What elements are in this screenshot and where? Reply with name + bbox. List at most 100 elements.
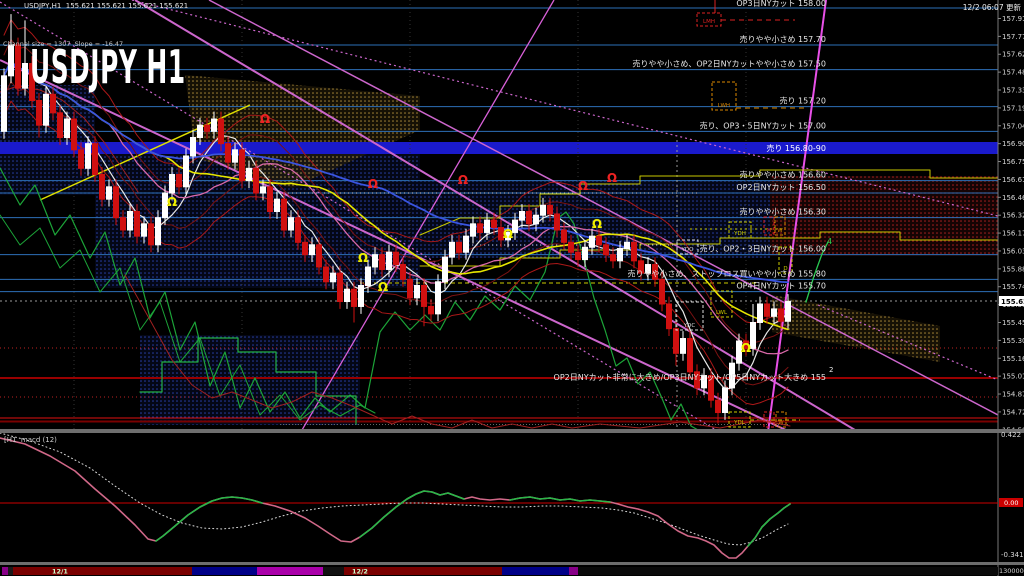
marker-box-label: YDH	[733, 231, 746, 237]
symbol-info: USDJPY,H1 155.621 155.621 155.621 155.62…	[24, 2, 188, 10]
bull-candle	[44, 94, 49, 125]
bear-candle	[205, 125, 210, 131]
session-segment	[578, 567, 998, 575]
bear-candle	[135, 211, 140, 236]
bear-candle	[254, 168, 259, 193]
bear-candle	[422, 285, 427, 306]
bull-candle	[471, 224, 476, 236]
bottom-separator	[0, 562, 1024, 565]
omega-icon: Ω	[378, 280, 388, 294]
bear-candle	[72, 119, 77, 150]
omega-icon: Ω	[358, 251, 368, 265]
bear-candle	[478, 224, 483, 233]
bull-candle	[261, 187, 266, 193]
level-label: 売りやや小さめ 157.70	[739, 34, 826, 44]
bear-candle	[16, 45, 21, 88]
bull-candle	[513, 220, 518, 232]
session-segment	[192, 567, 257, 575]
bear-candle	[597, 236, 602, 245]
mt4-chart-window: ΩΩΩΩΩΩΩΩΩΩΩLMHLWHYDHMWYDOYDCLWLDYDLMWOP3…	[0, 0, 1024, 576]
level-label: OP4日NYカット 155.70	[736, 282, 826, 291]
bear-candle	[401, 265, 406, 280]
session-date-label: 12/1	[52, 568, 68, 576]
bull-candle	[247, 168, 252, 180]
bull-candle	[485, 220, 490, 232]
bear-candle	[408, 279, 413, 297]
price-tick-label: 157.915	[1002, 15, 1024, 23]
pane-separator[interactable]	[0, 429, 1024, 433]
bear-candle	[569, 242, 574, 252]
bull-candle	[443, 257, 448, 282]
bull-candle	[233, 150, 238, 162]
bull-candle	[373, 255, 378, 267]
bull-candle	[387, 252, 392, 269]
bear-candle	[667, 304, 672, 329]
price-tick-label: 155.015	[1002, 373, 1024, 381]
band-label: 売り 156.80-90	[766, 143, 826, 153]
price-tick-label: 156.755	[1002, 158, 1024, 166]
bear-candle	[149, 224, 154, 245]
bull-candle	[520, 211, 525, 220]
bear-candle	[100, 174, 105, 199]
bear-candle	[562, 230, 567, 242]
marker-box-label: LWH	[718, 103, 730, 109]
price-tick-label: 157.625	[1002, 51, 1024, 59]
bull-candle	[366, 267, 371, 285]
bull-candle	[198, 125, 203, 137]
level-label: OP2日NYカット 156.50	[736, 183, 826, 192]
bear-candle	[429, 306, 434, 313]
bear-candle	[604, 245, 609, 255]
price-tick-label: 156.030	[1002, 247, 1024, 255]
price-tick-label: 155.450	[1002, 319, 1024, 327]
price-tick-label: 157.335	[1002, 87, 1024, 95]
price-tick-label: 156.900	[1002, 140, 1024, 148]
price-tick-label: 156.610	[1002, 176, 1024, 184]
bear-candle	[296, 218, 301, 243]
price-tick-label: 157.190	[1002, 104, 1024, 112]
bull-candle	[618, 248, 623, 260]
bear-candle	[716, 400, 721, 412]
bull-candle	[415, 285, 420, 297]
price-tick-label: 157.480	[1002, 69, 1024, 77]
marker-box-label: YDO	[681, 247, 695, 253]
bear-candle	[177, 174, 182, 186]
session-bar: 12/112/2	[2, 567, 998, 576]
level-label: OP3日NYカット 158.00	[736, 0, 826, 8]
omega-icon: Ω	[458, 173, 468, 187]
bear-candle	[688, 339, 693, 372]
price-tick-label: 155.305	[1002, 337, 1024, 345]
bull-candle	[772, 309, 777, 316]
bear-candle	[240, 150, 245, 181]
macd-zero-value: 0.00	[1004, 499, 1018, 507]
bull-candle	[86, 144, 91, 169]
marker-box-label: W	[777, 228, 783, 234]
level-label: 売り、OP2・3日NYカット 156.00	[700, 244, 826, 254]
red-level-label: OP2日NYカット非常に大きめ/OP3日NYカット/OP5日NYカット大きめ 1…	[554, 372, 826, 382]
bear-candle	[226, 144, 231, 162]
bear-candle	[338, 273, 343, 301]
omega-icon: Ω	[592, 217, 602, 231]
update-time: 12/2 06:07 更新	[963, 2, 1021, 13]
bull-candle	[758, 304, 763, 322]
bear-candle	[779, 309, 784, 321]
bull-candle	[723, 388, 728, 413]
price-tick-label: 157.045	[1002, 122, 1024, 130]
level-label: 売り 157.20	[779, 96, 826, 106]
bull-candle	[436, 282, 441, 314]
bull-candle	[590, 236, 595, 247]
price-tick-label: 156.320	[1002, 212, 1024, 220]
bull-candle	[345, 289, 350, 301]
bull-candle	[359, 285, 364, 306]
bull-candle	[156, 218, 161, 245]
bull-candle	[2, 76, 7, 131]
price-tick-label: 155.160	[1002, 355, 1024, 363]
bear-candle	[352, 289, 357, 306]
bull-candle	[107, 187, 112, 199]
bear-candle	[303, 242, 308, 254]
level-label: 売りやや小さめ 156.60	[739, 170, 826, 180]
price-tick-label: 154.725	[1002, 408, 1024, 416]
price-tick-label: 155.740	[1002, 283, 1024, 291]
bull-candle	[450, 242, 455, 257]
macd-max-label: 0.422	[1001, 431, 1021, 439]
macd-min-label: -0.341	[1001, 551, 1024, 559]
